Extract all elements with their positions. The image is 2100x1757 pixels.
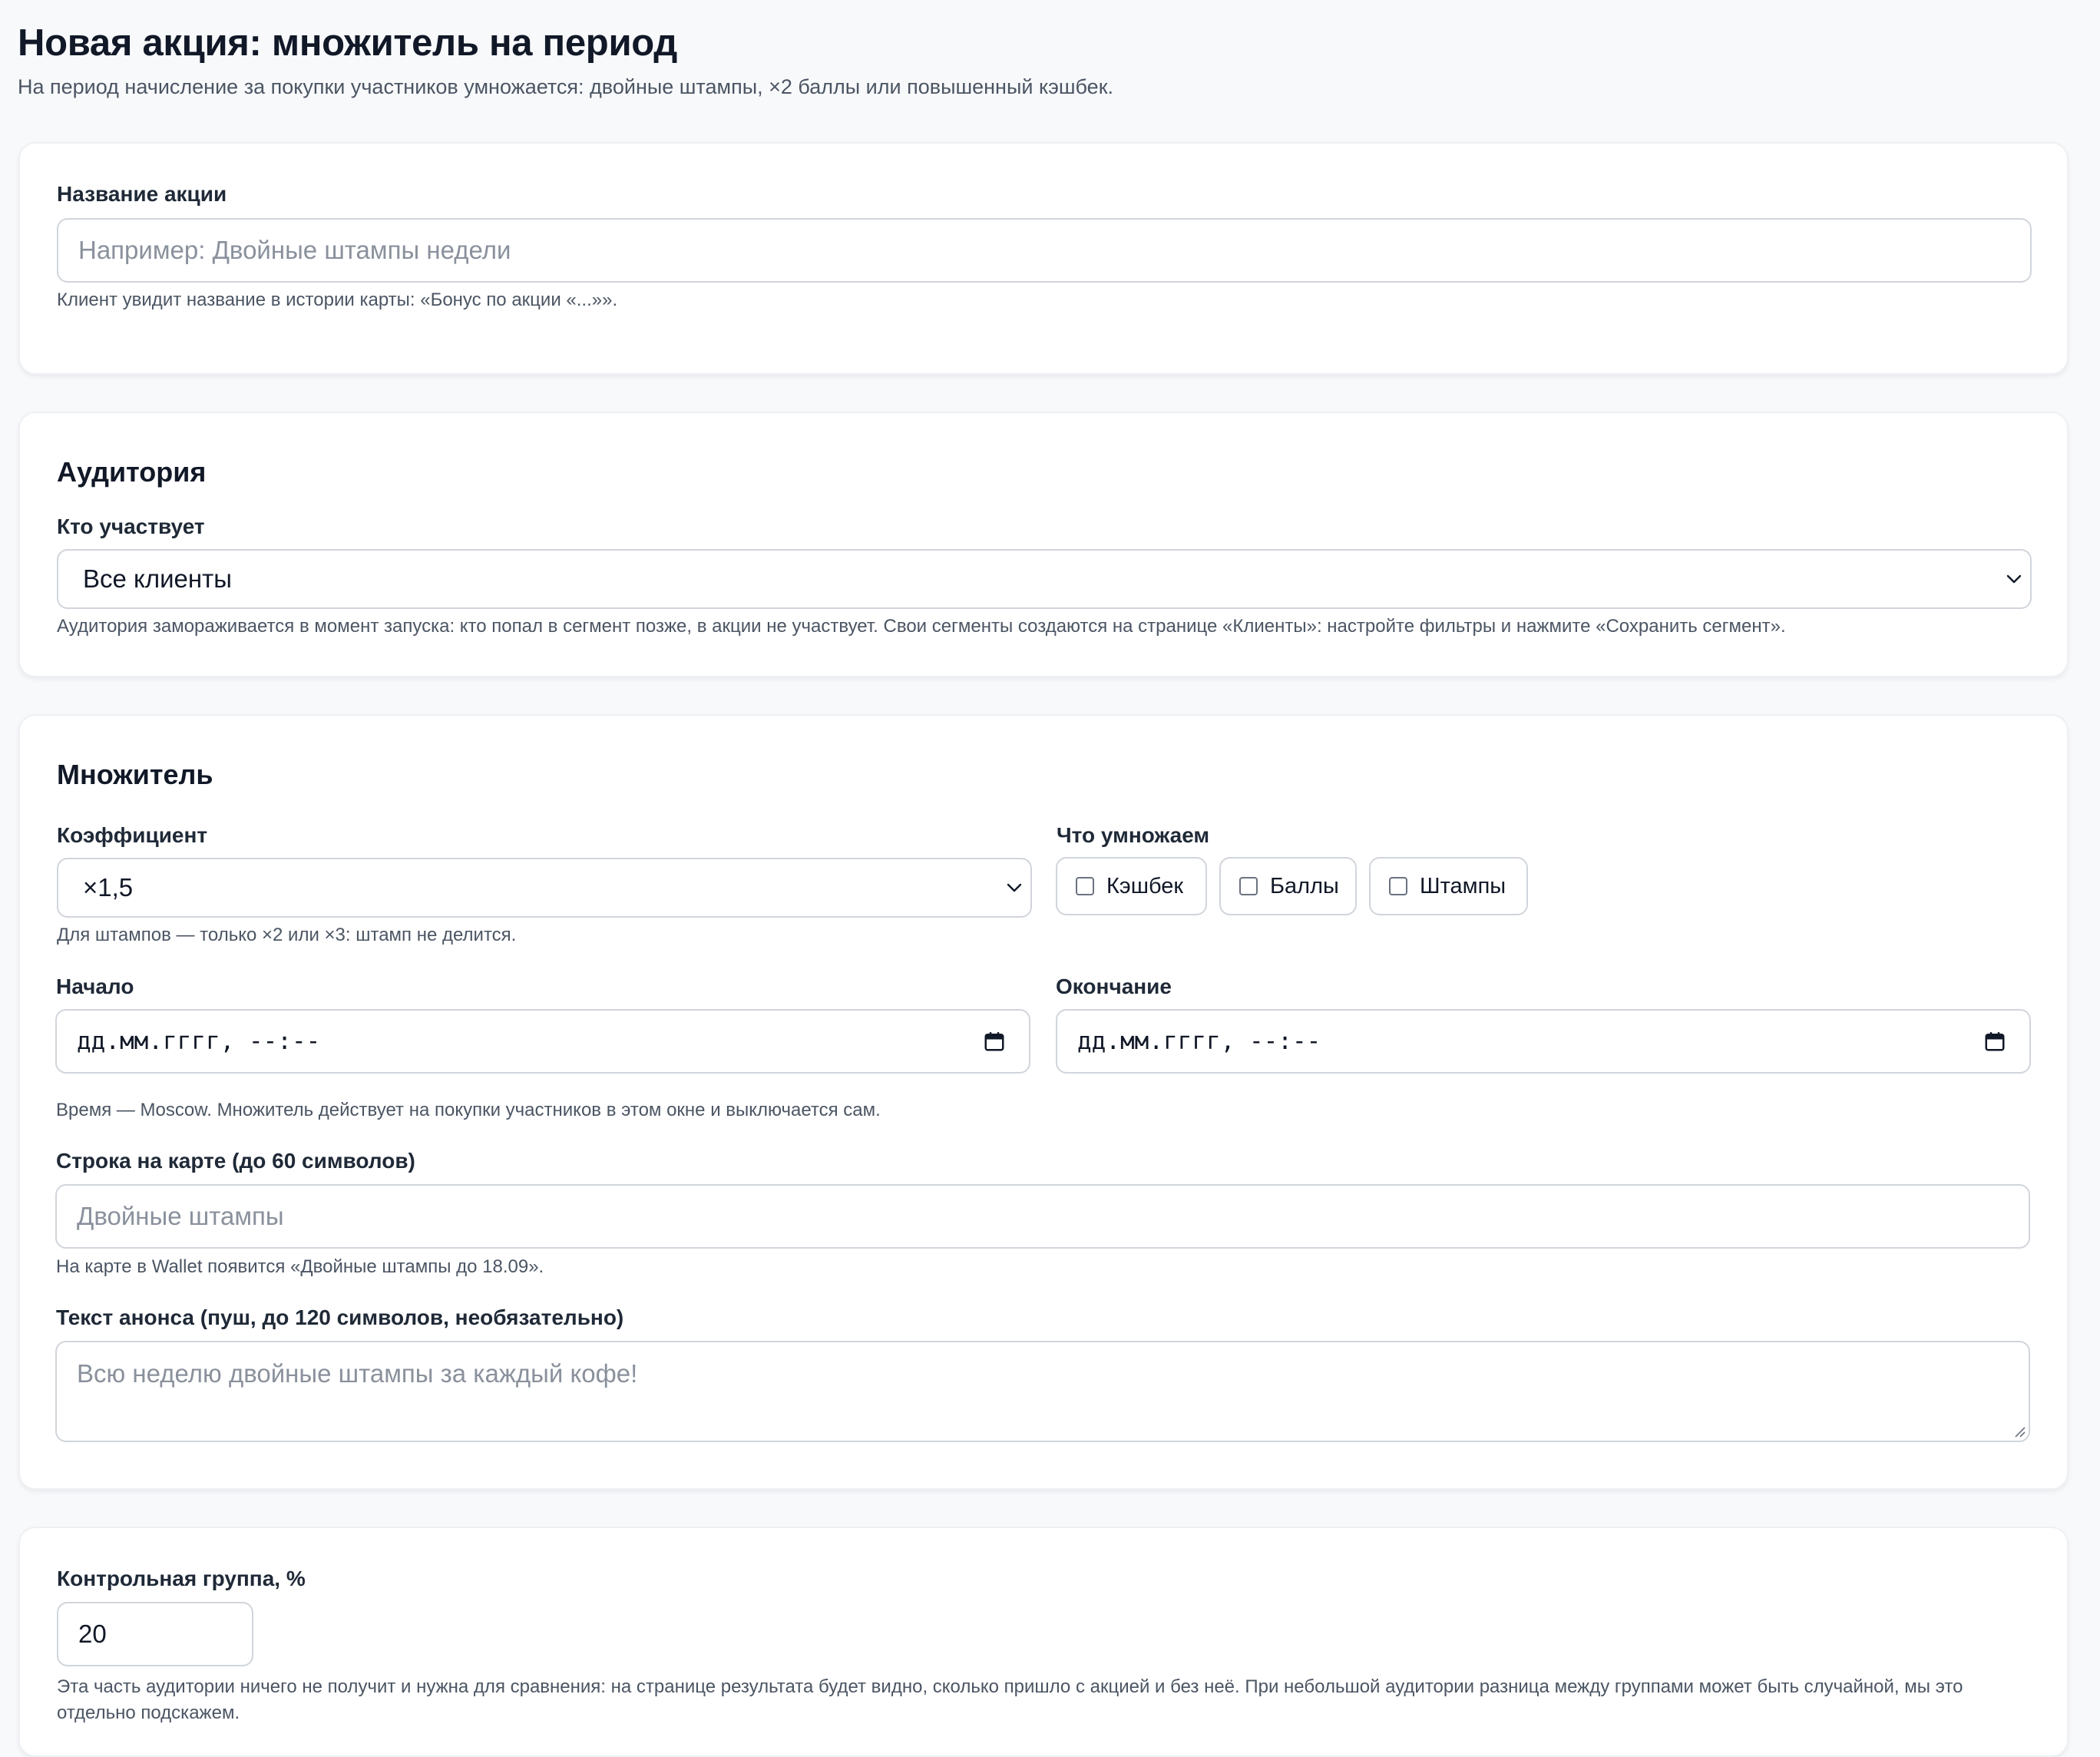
audience-select[interactable]: Все клиенты <box>57 549 2032 609</box>
card-line-label: Строка на карте (до 60 символов) <box>56 1149 415 1173</box>
chevron-down-icon <box>1007 883 1022 892</box>
name-input[interactable]: Например: Двойные штампы недели <box>57 218 2032 283</box>
cashback-checkbox[interactable] <box>1076 877 1094 895</box>
name-hint: Клиент увидит название в истории карты: … <box>57 290 618 310</box>
start-label: Начало <box>56 974 134 998</box>
resize-handle-icon[interactable] <box>2012 1424 2026 1438</box>
page: Новая акция: множитель на период На пери… <box>0 0 2100 1757</box>
card-line-placeholder: Двойные штампы <box>77 1202 284 1230</box>
end-label: Окончание <box>1056 974 1172 998</box>
audience-card: Аудитория Кто участвует Все клиенты Ауди… <box>18 412 2069 677</box>
coef-selected: ×1,5 <box>83 873 134 902</box>
time-hint: Время — Moscow. Множитель действует на п… <box>56 1100 881 1120</box>
coef-hint: Для штампов — только ×2 или ×3: штамп не… <box>57 925 517 945</box>
option-label: Штампы <box>1420 873 1506 898</box>
option-stamps[interactable]: Штампы <box>1369 857 1528 915</box>
name-card: Название акции Например: Двойные штампы … <box>18 142 2069 375</box>
chevron-down-icon <box>2006 574 2022 584</box>
option-cashback[interactable]: Кэшбек <box>1056 857 1207 915</box>
end-datetime-input[interactable]: дд.мм.гггг, --:-- <box>1056 1009 2031 1074</box>
coef-label: Коэффициент <box>57 823 208 847</box>
option-label: Баллы <box>1270 873 1339 898</box>
push-label: Текст анонса (пуш, до 120 символов, необ… <box>56 1305 624 1329</box>
control-label: Контрольная группа, % <box>57 1567 306 1590</box>
page-subtitle: На период начисление за покупки участник… <box>18 75 1114 98</box>
push-placeholder: Всю неделю двойные штампы за каждый кофе… <box>77 1359 638 1388</box>
calendar-icon[interactable] <box>983 1030 1006 1053</box>
audience-hint: Аудитория замораживается в момент запуск… <box>57 616 1786 637</box>
control-card: Контрольная группа, % 20 Эта часть аудит… <box>18 1527 2069 1757</box>
push-textarea[interactable]: Всю неделю двойные штампы за каждый кофе… <box>55 1341 2030 1442</box>
calendar-icon[interactable] <box>1983 1030 2006 1053</box>
audience-selected: Все клиенты <box>83 564 232 593</box>
what-label: Что умножаем <box>1057 823 1210 847</box>
option-label: Кэшбек <box>1106 873 1184 898</box>
control-percent-input[interactable]: 20 <box>57 1602 253 1666</box>
card-line-hint: На карте в Wallet появится «Двойные штам… <box>56 1256 544 1277</box>
option-points[interactable]: Баллы <box>1219 857 1357 915</box>
control-value: 20 <box>78 1620 107 1648</box>
multiplier-title: Множитель <box>57 759 213 790</box>
start-placeholder: дд.мм.гггг, --:-- <box>77 1027 321 1055</box>
card-line-input[interactable]: Двойные штампы <box>55 1184 2030 1249</box>
name-label: Название акции <box>57 182 227 206</box>
points-checkbox[interactable] <box>1239 877 1258 895</box>
name-placeholder: Например: Двойные штампы недели <box>78 236 511 264</box>
coef-select[interactable]: ×1,5 <box>57 858 1032 918</box>
audience-title: Аудитория <box>57 456 207 488</box>
end-placeholder: дд.мм.гггг, --:-- <box>1077 1027 1321 1055</box>
control-hint: Эта часть аудитории ничего не получит и … <box>57 1676 1963 1723</box>
page-title: Новая акция: множитель на период <box>18 22 678 64</box>
start-datetime-input[interactable]: дд.мм.гггг, --:-- <box>55 1009 1030 1074</box>
audience-label: Кто участвует <box>57 515 205 538</box>
stamps-checkbox[interactable] <box>1389 877 1407 895</box>
